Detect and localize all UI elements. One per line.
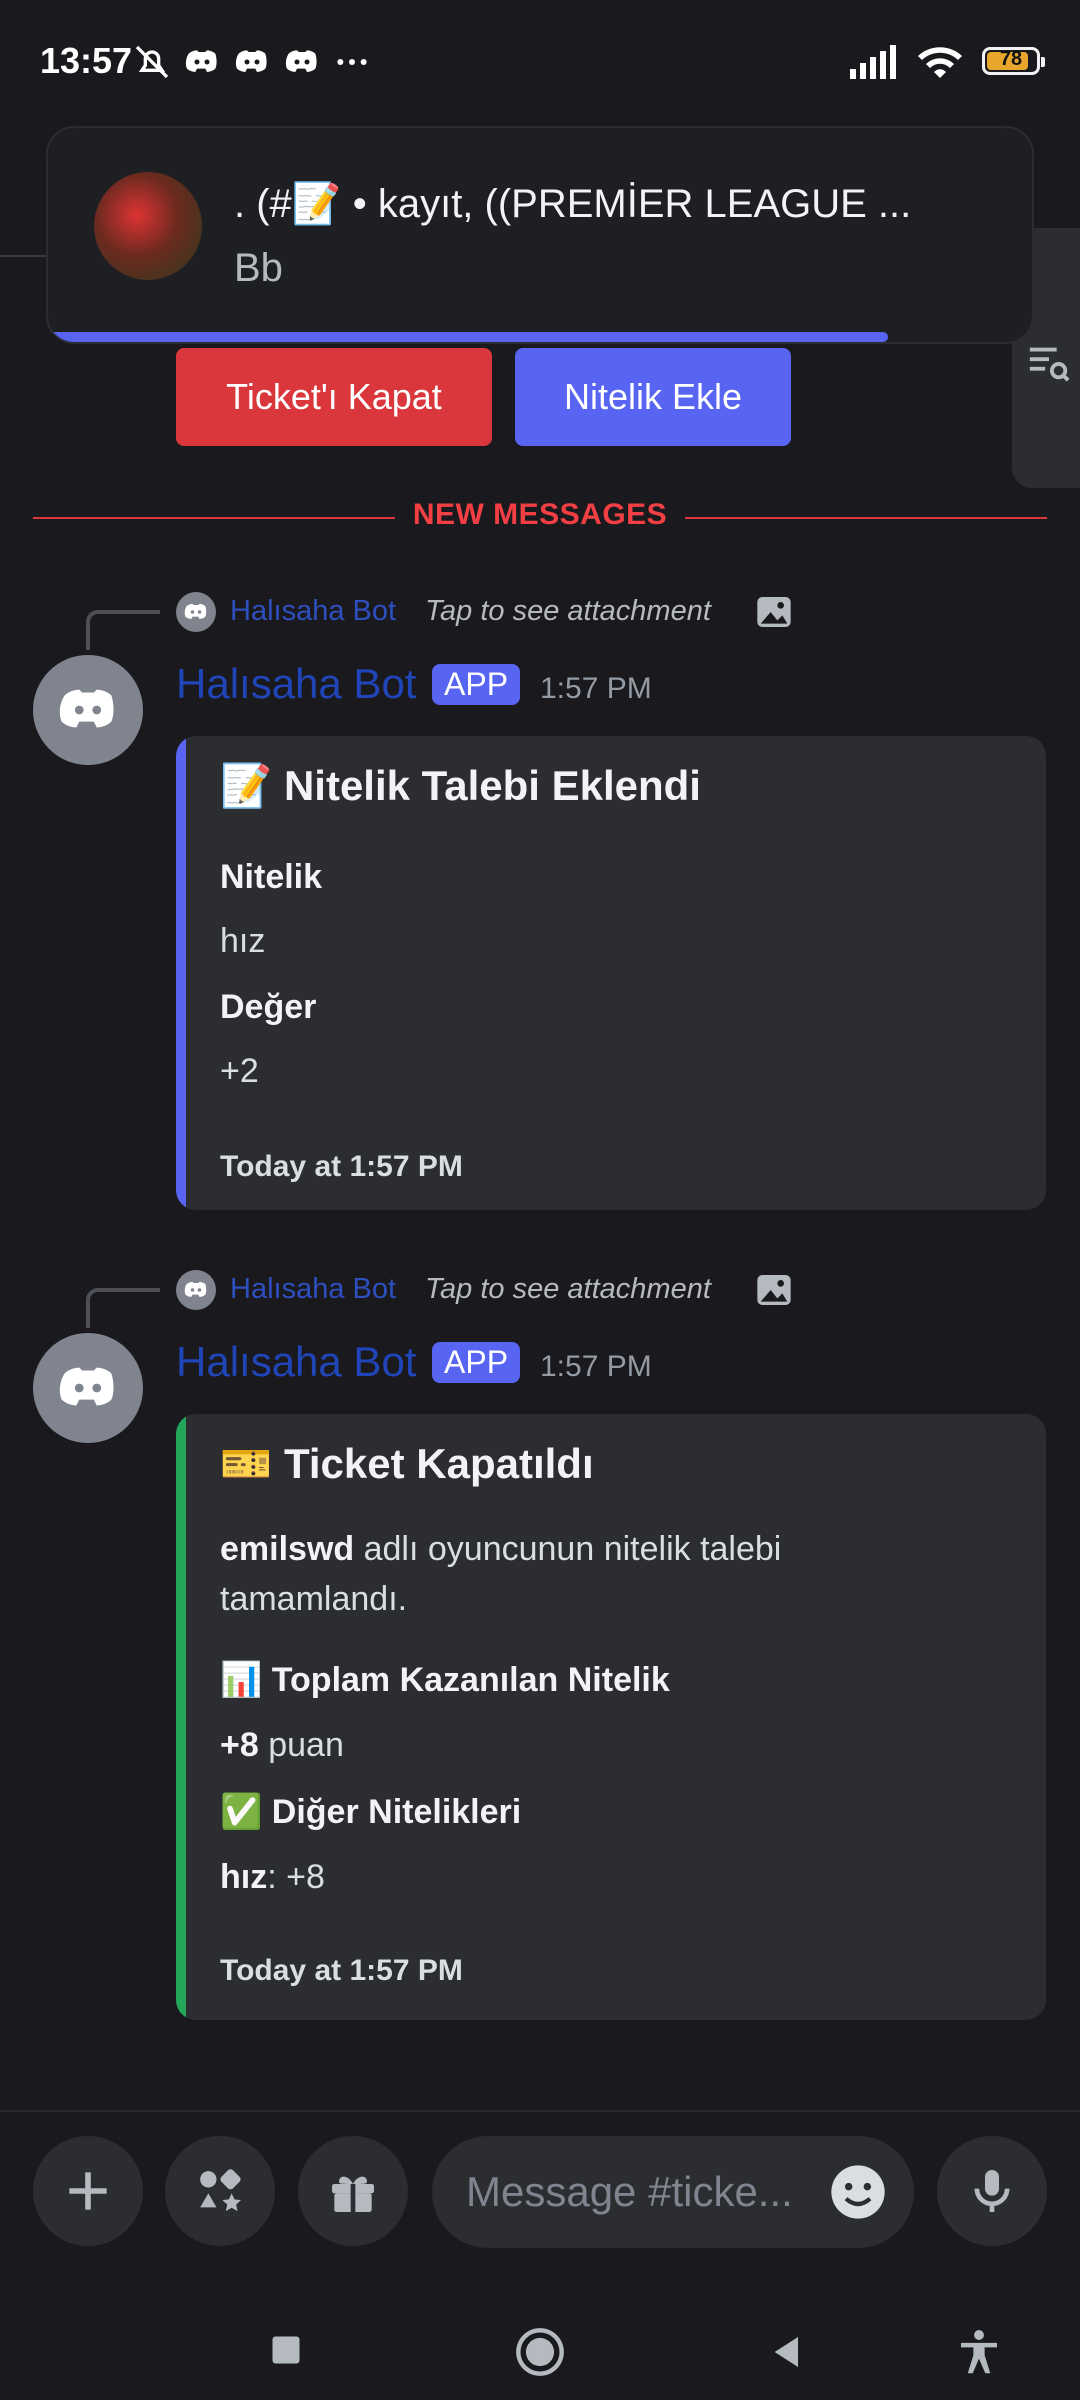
close-ticket-button[interactable]: Ticket'ı Kapat bbox=[176, 348, 492, 446]
battery-level: 78 bbox=[999, 48, 1023, 70]
accessibility-icon[interactable] bbox=[952, 2326, 1006, 2380]
reply-text[interactable]: Tap to see attachment bbox=[425, 595, 711, 628]
new-messages-label: NEW MESSAGES bbox=[394, 498, 686, 531]
embed-title: 📝 Nitelik Talebi Eklendi bbox=[220, 762, 701, 809]
system-icons: 78 bbox=[848, 42, 1045, 80]
notification-avatar bbox=[94, 172, 202, 280]
discord-icon bbox=[285, 50, 317, 72]
embed-color-bar bbox=[176, 736, 186, 1210]
discord-icon bbox=[235, 50, 267, 72]
reply-avatar bbox=[176, 592, 216, 632]
discord-icon bbox=[184, 603, 207, 619]
total-points: +8 bbox=[220, 1726, 259, 1764]
player-name: emilswd bbox=[220, 1530, 355, 1568]
apps-icon bbox=[200, 2169, 241, 2212]
notification-title: . (#📝 • kayıt, ((PREMİER LEAGUE ... bbox=[234, 182, 912, 226]
discord-icon bbox=[59, 1367, 114, 1406]
new-messages-divider: NEW MESSAGES bbox=[0, 498, 1080, 532]
message-time: 1:57 PM bbox=[540, 672, 652, 705]
description-text-line2: tamamlandı. bbox=[220, 1580, 408, 1618]
reply-text[interactable]: Tap to see attachment bbox=[425, 1273, 711, 1306]
plus-icon bbox=[69, 2172, 107, 2210]
app-badge: APP bbox=[432, 664, 521, 705]
home-icon[interactable] bbox=[514, 2326, 566, 2378]
attribute-name: hız bbox=[220, 1858, 268, 1896]
emoji-icon[interactable] bbox=[826, 2160, 890, 2224]
field-name: Değer bbox=[220, 988, 317, 1026]
notification-icons bbox=[132, 42, 372, 82]
status-bar: 13:57 78 bbox=[0, 0, 1080, 130]
avatar[interactable] bbox=[33, 655, 143, 765]
message-author[interactable]: Halısaha Bot bbox=[176, 1338, 416, 1386]
embed-footer: Today at 1:57 PM bbox=[220, 1150, 463, 1183]
notification-body: Bb bbox=[234, 246, 283, 290]
embed-card: 🎫 Ticket Kapatıldı emilswd adlı oyuncunu… bbox=[176, 1414, 1046, 2020]
voice-message-button[interactable] bbox=[937, 2136, 1047, 2246]
status-time: 13:57 bbox=[40, 40, 133, 81]
notification-progress bbox=[48, 332, 888, 342]
battery-icon: 78 bbox=[982, 47, 1045, 75]
embed-color-bar bbox=[176, 1414, 186, 2020]
field-name: Nitelik bbox=[220, 858, 323, 896]
discord-icon bbox=[185, 50, 217, 72]
add-attachment-button[interactable] bbox=[33, 2136, 143, 2246]
microphone-icon bbox=[974, 2170, 1010, 2212]
embed-card: 📝 Nitelik Talebi Eklendi Nitelik hız Değ… bbox=[176, 736, 1046, 1210]
discord-icon bbox=[184, 1281, 207, 1297]
points-unit: puan bbox=[258, 1726, 344, 1764]
image-icon bbox=[757, 1275, 791, 1305]
recents-icon[interactable] bbox=[268, 2332, 304, 2368]
field-value: +2 bbox=[220, 1052, 259, 1090]
gift-icon bbox=[332, 2176, 374, 2212]
message-placeholder[interactable]: Message #ticke... bbox=[466, 2168, 806, 2216]
reply-connector bbox=[86, 610, 160, 650]
embed-description: emilswd adlı oyuncunun nitelik talebi ta… bbox=[220, 1524, 1020, 1624]
reply-author[interactable]: Halısaha Bot bbox=[230, 1273, 396, 1306]
reply-connector bbox=[86, 1288, 160, 1328]
wifi-icon bbox=[918, 47, 962, 78]
header-divider bbox=[0, 255, 46, 257]
app-badge: APP bbox=[432, 1342, 521, 1383]
avatar[interactable] bbox=[33, 1333, 143, 1443]
navigation-bar bbox=[0, 2290, 1080, 2400]
attribute-value: : +8 bbox=[267, 1858, 325, 1896]
apps-button[interactable] bbox=[165, 2136, 275, 2246]
discord-icon bbox=[59, 689, 114, 728]
signal-icon bbox=[850, 45, 896, 79]
message-author[interactable]: Halısaha Bot bbox=[176, 660, 416, 708]
back-icon[interactable] bbox=[768, 2332, 808, 2372]
section-value: +8 puan bbox=[220, 1726, 344, 1765]
section-value: hız: +8 bbox=[220, 1858, 325, 1897]
notification-banner[interactable]: . (#📝 • kayıt, ((PREMİER LEAGUE ... Bb bbox=[46, 126, 1034, 344]
description-text: adlı oyuncunun nitelik talebi bbox=[354, 1530, 782, 1568]
field-value: hız bbox=[220, 922, 266, 960]
section-title: 📊 Toplam Kazanılan Nitelik bbox=[220, 1661, 670, 1699]
embed-footer: Today at 1:57 PM bbox=[220, 1954, 463, 1987]
gift-button[interactable] bbox=[298, 2136, 408, 2246]
search-list-icon[interactable] bbox=[1026, 340, 1072, 386]
more-dots-icon bbox=[337, 59, 367, 65]
section-title: ✅ Diğer Nitelikleri bbox=[220, 1793, 522, 1831]
reply-author[interactable]: Halısaha Bot bbox=[230, 595, 396, 628]
add-attribute-button[interactable]: Nitelik Ekle bbox=[515, 348, 791, 446]
message-time: 1:57 PM bbox=[540, 1350, 652, 1383]
image-icon bbox=[757, 597, 791, 627]
reply-avatar bbox=[176, 1270, 216, 1310]
embed-title: 🎫 Ticket Kapatıldı bbox=[220, 1440, 594, 1487]
bell-off-icon bbox=[135, 45, 169, 79]
